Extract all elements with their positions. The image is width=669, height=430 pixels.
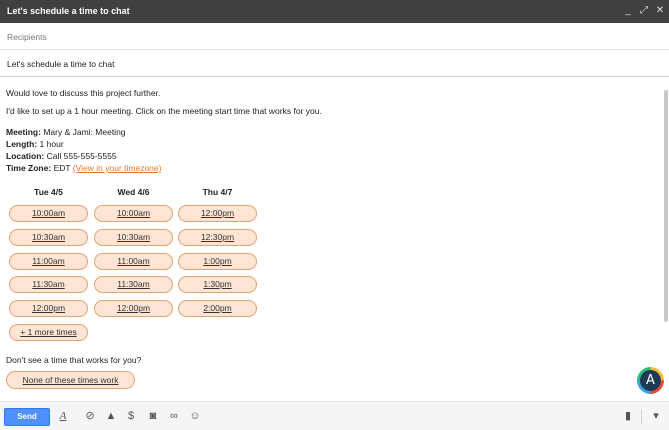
time-slot-button[interactable]: 12:00pm (9, 300, 88, 317)
timezone-line: Time Zone: EDT (View in your timezone) (6, 163, 161, 173)
time-slot-button[interactable]: 10:00am (94, 205, 173, 222)
timezone-label: Time Zone: (6, 163, 52, 173)
meeting-line: Meeting: Mary & Jami: Meeting (6, 127, 126, 137)
location-line: Location: Call 555-555-5555 (6, 151, 117, 161)
more-times-button[interactable]: + 1 more times (9, 324, 88, 341)
formatting-icon[interactable]: A (55, 408, 71, 424)
time-slot-button[interactable]: 11:30am (9, 276, 88, 293)
more-options-icon[interactable]: ▾ (648, 408, 664, 424)
recipients-field[interactable]: Recipients (0, 23, 669, 50)
length-value: 1 hour (39, 139, 64, 149)
minimize-icon[interactable]: _ (622, 5, 634, 17)
link-icon[interactable]: ∞ (166, 408, 182, 424)
timezone-value: EDT (53, 163, 71, 173)
compose-toolbar: Send A ⊘ ▲ $ ◙ ∞ ☺ ▮ ▾ (0, 401, 669, 430)
compose-title: Let's schedule a time to chat (7, 6, 130, 16)
day-header-tue: Tue 4/5 (34, 187, 63, 197)
compose-titlebar: Let's schedule a time to chat _ ⤢ ✕ (0, 0, 669, 23)
time-slot-button[interactable]: 11:00am (9, 253, 88, 270)
close-icon[interactable]: ✕ (654, 5, 666, 17)
time-slot-button[interactable]: 11:00am (94, 253, 173, 270)
day-header-wed: Wed 4/6 (117, 187, 150, 197)
day-header-thu: Thu 4/7 (202, 187, 233, 197)
length-line: Length: 1 hour (6, 139, 64, 149)
time-slot-button[interactable]: 12:00pm (178, 205, 257, 222)
subject-value: Let's schedule a time to chat (7, 59, 115, 69)
length-label: Length: (6, 139, 38, 149)
time-slot-button[interactable]: 1:30pm (178, 276, 257, 293)
assistant-avatar[interactable]: A (637, 367, 664, 394)
time-slot-button[interactable]: 10:00am (9, 205, 88, 222)
time-slot-button[interactable]: 12:00pm (94, 300, 173, 317)
location-label: Location: (6, 151, 45, 161)
body-intro: Would love to discuss this project furth… (6, 88, 161, 98)
view-timezone-link[interactable]: (View in your timezone) (73, 163, 162, 173)
money-icon[interactable]: $ (123, 408, 139, 424)
avatar-letter: A (640, 370, 661, 391)
emoji-icon[interactable]: ☺ (187, 408, 203, 424)
time-slot-button[interactable]: 2:00pm (178, 300, 257, 317)
time-slot-button[interactable]: 12:30pm (178, 229, 257, 246)
subject-field[interactable]: Let's schedule a time to chat (0, 50, 669, 77)
no-time-prompt: Don't see a time that works for you? (6, 355, 142, 365)
meeting-value: Mary & Jami: Meeting (43, 127, 126, 137)
attach-icon[interactable]: ⊘ (82, 408, 98, 424)
time-slot-button[interactable]: 10:30am (9, 229, 88, 246)
none-of-these-times-button[interactable]: None of these times work (6, 371, 135, 389)
send-button[interactable]: Send (4, 408, 50, 426)
expand-icon[interactable]: ⤢ (638, 5, 650, 17)
body-scrollbar[interactable] (664, 90, 668, 322)
drive-icon[interactable]: ▲ (103, 408, 119, 424)
time-slot-button[interactable]: 1:00pm (178, 253, 257, 270)
time-slot-button[interactable]: 10:30am (94, 229, 173, 246)
time-slot-button[interactable]: 11:30am (94, 276, 173, 293)
body-request: I'd like to set up a 1 hour meeting. Cli… (6, 106, 322, 116)
trash-icon[interactable]: ▮ (620, 408, 636, 424)
location-value: Call 555-555-5555 (46, 151, 117, 161)
toolbar-divider (641, 410, 642, 424)
meeting-label: Meeting: (6, 127, 41, 137)
recipients-placeholder: Recipients (7, 32, 47, 42)
photo-icon[interactable]: ◙ (145, 408, 161, 424)
